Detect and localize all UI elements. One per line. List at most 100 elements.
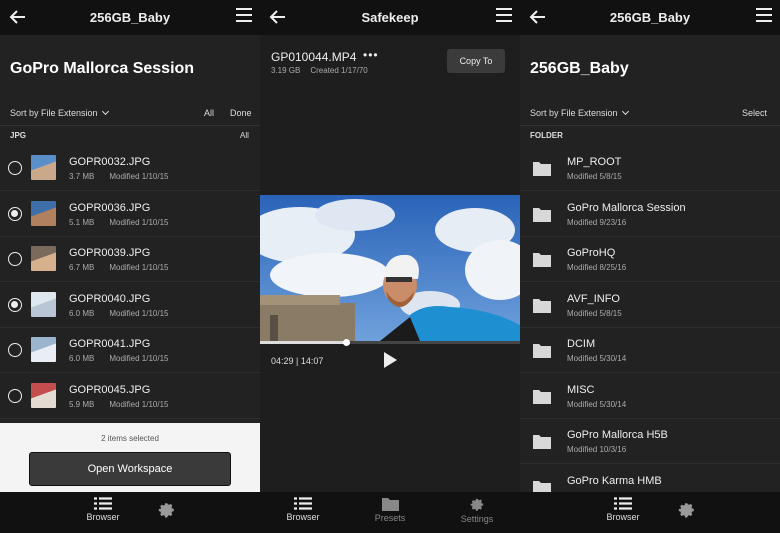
folder-icon [533, 298, 551, 313]
gear-icon[interactable] [678, 501, 696, 519]
copy-to-button[interactable]: Copy To [447, 49, 505, 73]
file-row[interactable]: GOPR0045.JPG 5.9 MB Modified 1/10/15 [0, 374, 260, 419]
tab-presets[interactable]: Presets [360, 497, 420, 523]
folder-list-screen: 256GB_Baby 256GB_Baby Sort by File Exten… [520, 0, 780, 533]
select-radio[interactable] [8, 388, 22, 403]
select-radio[interactable] [8, 343, 22, 357]
tab-browser[interactable]: Browser [73, 497, 133, 522]
file-name: GOPR0036.JPG [69, 201, 151, 214]
tab-browser[interactable]: Browser [273, 497, 333, 522]
file-list-screen: 256GB_Baby GoPro Mallorca Session Sort b… [0, 0, 260, 533]
file-thumbnail [31, 200, 56, 226]
bottom-nav: Browser [520, 492, 780, 533]
hamburger-menu-icon[interactable] [756, 8, 772, 22]
seek-handle[interactable] [342, 339, 350, 346]
sort-dropdown[interactable]: Sort by File Extension [10, 107, 109, 118]
select-radio[interactable] [8, 297, 22, 312]
play-icon[interactable] [382, 352, 398, 368]
more-options-icon[interactable]: ••• [363, 48, 379, 62]
top-bar: Safekeep [260, 0, 520, 35]
folder-row[interactable]: AVF_INFO Modified 5/8/15 [520, 283, 780, 328]
folder-row[interactable]: GoProHQ Modified 8/25/16 [520, 237, 780, 282]
folder-icon [533, 253, 551, 267]
file-thumbnail [31, 337, 56, 362]
folder-name: GoPro Mallorca H5B [567, 429, 668, 441]
folder-name: MP_ROOT [567, 156, 622, 168]
folder-icon [533, 344, 551, 358]
topbar-title: 256GB_Baby [609, 10, 691, 25]
open-workspace-button[interactable]: Open Workspace [29, 452, 231, 486]
section-header: FOLDER [530, 131, 563, 140]
folder-icon [533, 207, 551, 222]
file-name: GOPR0032.JPG [69, 156, 151, 168]
file-size: 3.7 MB [69, 172, 95, 181]
time-current: 04:29 [271, 356, 294, 366]
folder-name: AVF_INFO [567, 292, 620, 305]
file-modified: Modified 1/10/15 [109, 354, 169, 363]
gear-icon [470, 498, 483, 511]
folder-row[interactable]: DCIM Modified 5/30/14 [520, 328, 780, 373]
page-title: GoPro Mallorca Session [10, 60, 195, 77]
file-row[interactable]: GOPR0041.JPG 6.0 MB Modified 1/10/15 [0, 328, 260, 373]
folder-modified: Modified 10/3/16 [567, 445, 627, 454]
topbar-title: 256GB_Baby [89, 10, 171, 25]
file-size: 6.7 MB [69, 263, 95, 272]
file-thumbnail [31, 382, 56, 408]
file-meta: 6.7 MB Modified 1/10/15 [69, 263, 169, 272]
time-total: 14:07 [300, 356, 324, 366]
select-all-link[interactable]: All [204, 108, 214, 118]
list-icon [94, 497, 112, 510]
back-arrow-icon[interactable] [8, 7, 28, 27]
done-link[interactable]: Done [230, 108, 252, 118]
select-link[interactable]: Select [742, 108, 767, 118]
chevron-down-icon [101, 107, 109, 116]
video-file-name: GP010044.MP4 [271, 50, 357, 64]
folder-modified: Modified 5/8/15 [567, 172, 622, 181]
tab-settings[interactable]: Settings [447, 497, 507, 524]
back-arrow-icon[interactable] [268, 7, 288, 27]
folder-modified: Modified 9/23/16 [567, 217, 627, 227]
select-radio[interactable] [8, 161, 22, 175]
file-thumbnail [31, 291, 56, 317]
file-row[interactable]: GOPR0040.JPG 6.0 MB Modified 1/10/15 [0, 283, 260, 328]
file-row[interactable]: GOPR0039.JPG 6.7 MB Modified 1/10/15 [0, 237, 260, 282]
hamburger-menu-icon[interactable] [496, 8, 512, 22]
video-frame-image [260, 195, 520, 341]
tab-browser-label: Browser [86, 512, 120, 522]
video-created: Created 1/17/70 [310, 66, 368, 75]
file-row[interactable]: GOPR0032.JPG 3.7 MB Modified 1/10/15 [0, 146, 260, 191]
file-thumbnail [31, 246, 56, 271]
gear-icon[interactable] [158, 501, 176, 519]
folder-name: GoPro Mallorca Session [567, 201, 686, 214]
section-select-all[interactable]: All [240, 131, 249, 140]
select-radio[interactable] [8, 206, 22, 221]
back-arrow-icon[interactable] [528, 7, 548, 27]
sort-label: Sort by File Extension [530, 108, 618, 118]
video-seek-bar[interactable] [260, 339, 520, 346]
folder-row[interactable]: MISC Modified 5/30/14 [520, 374, 780, 419]
folder-row[interactable]: MP_ROOT Modified 5/8/15 [520, 146, 780, 191]
sort-dropdown[interactable]: Sort by File Extension [530, 107, 629, 118]
folder-row[interactable]: GoPro Mallorca Session Modified 9/23/16 [520, 192, 780, 237]
list-icon [294, 497, 312, 510]
tab-browser[interactable]: Browser [593, 497, 653, 522]
folder-icon [533, 162, 551, 176]
select-radio[interactable] [8, 252, 22, 266]
file-row[interactable]: GOPR0036.JPG 5.1 MB Modified 1/10/15 [0, 192, 260, 237]
folder-modified: Modified 5/30/14 [567, 399, 627, 409]
top-bar: 256GB_Baby [520, 0, 780, 35]
sort-bar: Sort by File Extension Select [520, 104, 780, 126]
bottom-nav: Browser Presets Settings [260, 492, 520, 533]
file-size: 6.0 MB [69, 308, 95, 318]
bottom-nav: Browser [0, 492, 260, 533]
file-meta: 6.0 MB Modified 1/10/15 [69, 354, 169, 363]
folder-row[interactable]: GoPro Mallorca H5B Modified 10/3/16 [520, 419, 780, 464]
file-thumbnail [31, 155, 56, 180]
folder-modified: Modified 5/8/15 [567, 308, 622, 318]
video-preview[interactable] [260, 195, 520, 341]
folder-name: DCIM [567, 338, 596, 350]
hamburger-menu-icon[interactable] [236, 8, 252, 22]
file-size: 5.1 MB [69, 217, 95, 227]
file-meta: 6.0 MB Modified 1/10/15 [69, 309, 169, 318]
file-name: GOPR0039.JPG [69, 247, 151, 259]
